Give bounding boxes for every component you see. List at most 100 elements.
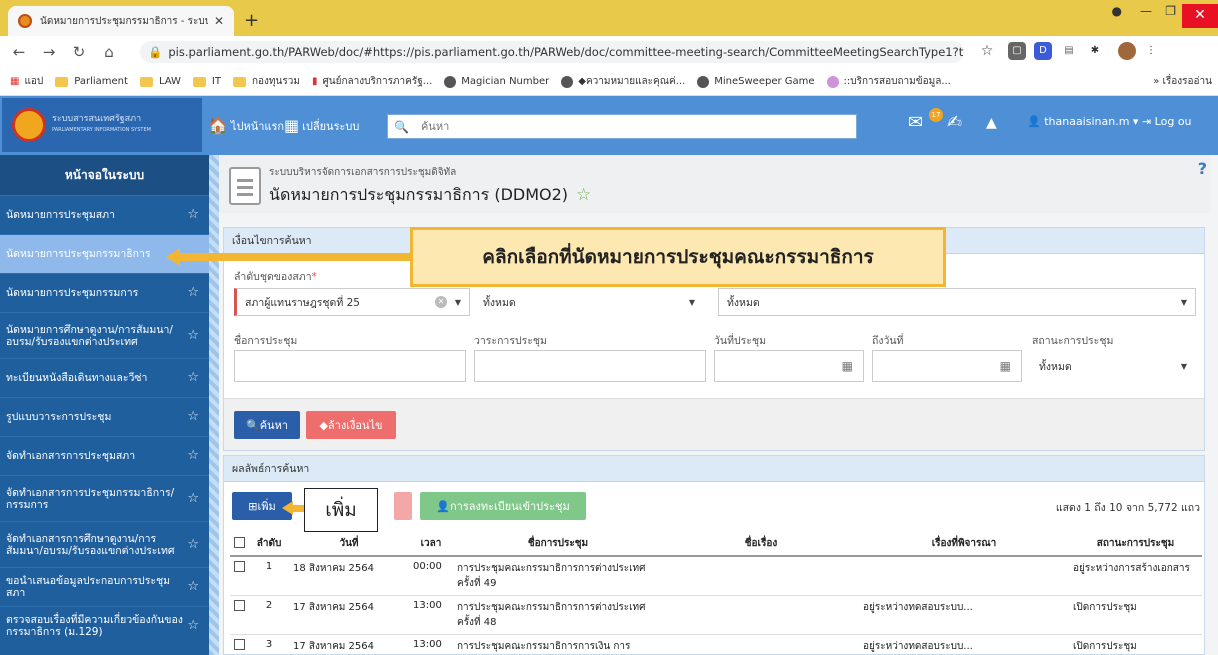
clear-x-icon[interactable]: ✕ xyxy=(435,296,447,308)
header-search: 🔍 xyxy=(387,114,857,139)
bookmark-gov-center[interactable]: ▮ ศูนย์กลางบริการภาครัฐ... xyxy=(312,74,432,89)
minimize-icon[interactable]: — xyxy=(1140,4,1152,18)
home-icon[interactable]: ⌂ xyxy=(98,43,120,61)
user-menu[interactable]: 👤 thanaaisinan.m ▾ ⇥ Log ou xyxy=(1027,115,1192,128)
reading-list[interactable]: » เรื่องรออ่าน xyxy=(1153,74,1212,89)
back-icon[interactable]: ← xyxy=(8,43,30,61)
star-icon[interactable]: ☆ xyxy=(187,286,199,299)
tab-close-icon[interactable]: ✕ xyxy=(214,14,224,28)
sidebar-item-conflict-check[interactable]: ตรวจสอบเรื่องที่มีความเกี่ยวข้องกันของกร… xyxy=(0,606,209,645)
alert-icon[interactable]: ▲ xyxy=(986,115,997,131)
search-input[interactable] xyxy=(420,120,856,133)
sidebar-item-passport[interactable]: ทะเบียนหนังสือเดินทางและวีซ่า ☆ xyxy=(0,358,209,397)
col-status[interactable]: สถานะการประชุม xyxy=(1069,532,1202,557)
select-all-checkbox[interactable] xyxy=(234,536,245,548)
delete-button-partial[interactable] xyxy=(394,492,412,520)
sidebar-item-council-meeting[interactable]: นัดหมายการประชุมสภา ☆ xyxy=(0,195,209,234)
type-select-1[interactable]: ทั้งหมด ▼ xyxy=(474,288,704,316)
register-button[interactable]: 👤 การลงทะเบียนเข้าประชุม xyxy=(420,492,586,520)
new-tab-icon[interactable]: + xyxy=(244,10,259,31)
col-time[interactable]: เวลา xyxy=(409,532,453,557)
calendar-icon[interactable]: ▦ xyxy=(1000,359,1011,373)
add-callout-arrow-head xyxy=(282,501,293,515)
sidebar-item-council-docs[interactable]: จัดทำเอกสารการประชุมสภา ☆ xyxy=(0,436,209,475)
home-link[interactable]: 🏠 ไปหน้าแรก xyxy=(208,116,284,135)
bookmark-star-icon[interactable]: ☆ xyxy=(978,42,996,60)
parliament-seal-icon xyxy=(12,108,46,142)
logout-icon: ⇥ xyxy=(1141,115,1152,128)
sidebar-item-agenda-format[interactable]: รูปแบบวาระการประชุม ☆ xyxy=(0,397,209,436)
session-select[interactable]: สภาผู้แทนราษฎรชุดที่ 25 ✕ ▼ xyxy=(234,288,470,316)
col-date[interactable]: วันที่ xyxy=(289,532,409,557)
sidebar-item-study-docs[interactable]: จัดทำเอกสารการศึกษาดูงาน/การสัมมนา/อบรม/… xyxy=(0,521,209,567)
agenda-input[interactable] xyxy=(474,350,706,382)
bookmark-inquiry[interactable]: ::บริการสอบถามข้อมูล... xyxy=(826,74,951,89)
row-checkbox[interactable] xyxy=(234,600,245,611)
bookmark-it[interactable]: IT xyxy=(192,76,221,87)
mail-icon[interactable]: ✉ xyxy=(908,112,923,133)
col-subject[interactable]: ชื่อเรื่อง xyxy=(663,532,859,557)
star-icon[interactable]: ☆ xyxy=(187,492,199,505)
row-checkbox[interactable] xyxy=(234,561,245,572)
col-topic[interactable]: เรื่องที่พิจารณา xyxy=(859,532,1069,557)
cell-no: 1 xyxy=(249,555,289,596)
globe-icon xyxy=(697,75,710,88)
status-select[interactable]: ทั้งหมด ▼ xyxy=(1030,350,1196,382)
bookmark-meaning[interactable]: ◆ความหมายและคุณค่... xyxy=(561,74,685,89)
cell-subject xyxy=(663,555,859,596)
type-select-2[interactable]: ทั้งหมด ▼ xyxy=(718,288,1196,316)
extensions-puzzle-icon[interactable]: ✱ xyxy=(1086,42,1104,60)
clear-button[interactable]: ◆ ล้างเงื่อนไข xyxy=(306,411,396,439)
sidebar-item-submit-info[interactable]: ขอนำเสนอข้อมูลประกอบการประชุมสภา ☆ xyxy=(0,567,209,606)
extension-icon[interactable]: ▢ xyxy=(1008,42,1026,60)
col-meeting-name[interactable]: ชื่อการประชุม xyxy=(453,532,663,557)
table-row[interactable]: 1 18 สิงหาคม 2564 00:00 การประชุมคณะกรรม… xyxy=(230,555,1202,596)
bookmark-law[interactable]: LAW xyxy=(139,76,181,87)
app-logo[interactable]: ระบบสารสนเทศรัฐสภา PARLIAMENTARY INFORMAT… xyxy=(2,98,202,152)
to-date-input[interactable]: ▦ xyxy=(872,350,1022,382)
switch-system-link[interactable]: ▦ เปลี่ยนระบบ xyxy=(284,116,359,135)
signature-icon[interactable]: ✍ xyxy=(947,112,962,133)
sidebar-item-study-visit[interactable]: นัดหมายการศึกษาดูงาน/การสัมมนา/อบรม/รับร… xyxy=(0,312,209,358)
forward-icon[interactable]: → xyxy=(38,43,60,61)
bookmark-minesweeper[interactable]: MineSweeper Game xyxy=(697,75,815,88)
star-icon[interactable]: ☆ xyxy=(187,538,199,551)
bookmark-parliament[interactable]: Parliament xyxy=(55,76,128,87)
grid-icon: ▦ xyxy=(284,116,300,135)
help-icon[interactable]: ? xyxy=(1198,159,1207,178)
browser-tab[interactable]: นัดหมายการประชุมกรรมาธิการ - ระบบ ✕ xyxy=(8,6,234,36)
star-icon[interactable]: ☆ xyxy=(187,371,199,384)
favorite-star-icon[interactable]: ☆ xyxy=(576,185,591,205)
restore-icon[interactable]: ❐ xyxy=(1165,4,1176,18)
profile-icon[interactable]: ● xyxy=(1112,4,1122,18)
star-icon[interactable]: ☆ xyxy=(187,329,199,342)
sidebar-item-committee-docs[interactable]: จัดทำเอกสารการประชุมกรรมาธิการ/กรรมการ ☆ xyxy=(0,475,209,521)
star-icon[interactable]: ☆ xyxy=(187,410,199,423)
meeting-name-input[interactable] xyxy=(234,350,466,382)
extension-d-icon[interactable]: D xyxy=(1034,42,1052,60)
window-close-icon[interactable]: ✕ xyxy=(1182,4,1218,28)
chevron-down-icon: ▼ xyxy=(688,297,695,307)
bookmark-magician[interactable]: Magician Number xyxy=(444,75,549,88)
folder-icon xyxy=(232,76,246,87)
url-bar[interactable]: 🔒 pis.parliament.go.th/PARWeb/doc/#https… xyxy=(140,41,964,63)
calendar-icon[interactable]: ▦ xyxy=(842,359,853,373)
row-checkbox[interactable] xyxy=(234,639,245,650)
star-icon[interactable]: ☆ xyxy=(187,449,199,462)
bookmark-apps[interactable]: ▦ แอป xyxy=(10,74,43,89)
extension-screen-icon[interactable]: ▤ xyxy=(1060,42,1078,60)
sidebar-item-board-meeting[interactable]: นัดหมายการประชุมกรรมการ ☆ xyxy=(0,273,209,312)
search-button[interactable]: 🔍 ค้นหา xyxy=(234,411,300,439)
profile-avatar-icon[interactable] xyxy=(1118,42,1136,60)
menu-dots-icon[interactable]: ⋮ xyxy=(1142,42,1160,60)
cell-date: 18 สิงหาคม 2564 xyxy=(289,555,409,596)
star-icon[interactable]: ☆ xyxy=(187,619,199,632)
col-no[interactable]: ลำดับ xyxy=(249,532,289,557)
star-icon[interactable]: ☆ xyxy=(187,580,199,593)
table-row[interactable]: 2 17 สิงหาคม 2564 13:00 การประชุมคณะกรรม… xyxy=(230,595,1202,635)
reload-icon[interactable]: ↻ xyxy=(68,43,90,61)
bookmark-fund[interactable]: กองทุนรวม xyxy=(232,74,300,89)
star-icon[interactable]: ☆ xyxy=(187,208,199,221)
date-input[interactable]: ▦ xyxy=(714,350,864,382)
table-row[interactable]: 3 17 สิงหาคม 2564 13:00 การประชุมคณะกรรม… xyxy=(230,634,1202,655)
